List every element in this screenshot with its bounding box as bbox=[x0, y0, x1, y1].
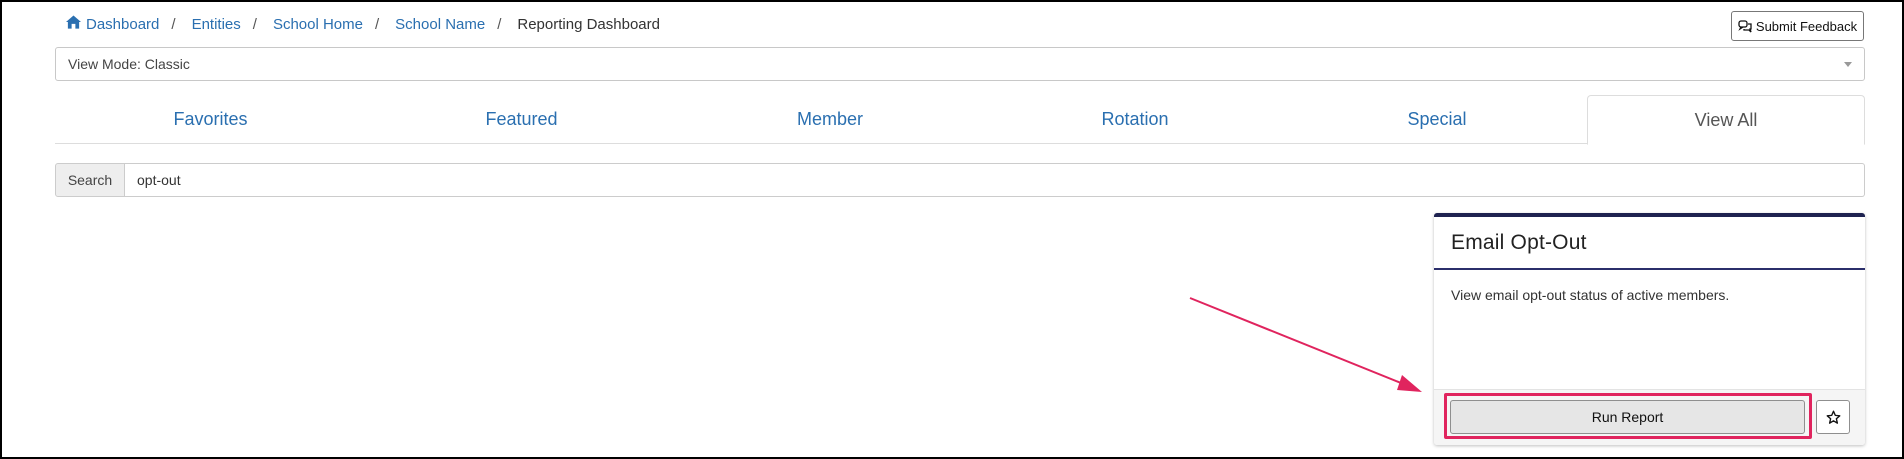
breadcrumb-entities[interactable]: Entities bbox=[192, 16, 241, 33]
breadcrumb-school-home[interactable]: School Home bbox=[273, 16, 363, 33]
tab-view-all[interactable]: View All bbox=[1587, 95, 1865, 145]
submit-feedback-button[interactable]: Submit Feedback bbox=[1731, 11, 1864, 41]
comments-icon bbox=[1738, 19, 1752, 32]
app-window: Dashboard / Entities / School Home / Sch… bbox=[0, 0, 1904, 459]
tab-featured[interactable]: Featured bbox=[366, 95, 677, 144]
breadcrumb-separator: / bbox=[374, 15, 380, 33]
breadcrumb-current: Reporting Dashboard bbox=[517, 15, 660, 33]
report-card-email-opt-out: Email Opt-Out View email opt-out status … bbox=[1434, 213, 1865, 445]
favorite-button[interactable] bbox=[1816, 400, 1850, 434]
view-mode-select[interactable]: View Mode: Classic bbox=[55, 47, 1865, 81]
breadcrumb: Dashboard / Entities / School Home / Sch… bbox=[66, 13, 660, 35]
star-outline-icon bbox=[1826, 410, 1840, 424]
search-input[interactable] bbox=[125, 163, 1865, 197]
breadcrumb-dashboard[interactable]: Dashboard bbox=[66, 15, 159, 33]
tab-rotation[interactable]: Rotation bbox=[983, 95, 1287, 144]
tab-member[interactable]: Member bbox=[677, 95, 983, 144]
caret-down-icon bbox=[1844, 62, 1852, 67]
breadcrumb-separator: / bbox=[252, 15, 257, 33]
report-card-description: View email opt-out status of active memb… bbox=[1451, 287, 1730, 303]
run-report-button[interactable]: Run Report bbox=[1450, 400, 1805, 434]
submit-feedback-label: Submit Feedback bbox=[1755, 18, 1858, 34]
card-divider bbox=[1434, 268, 1865, 270]
breadcrumb-school-name[interactable]: School Name bbox=[395, 16, 485, 33]
view-mode-value: View Mode: Classic bbox=[68, 56, 190, 72]
tab-special[interactable]: Special bbox=[1287, 95, 1587, 144]
home-icon bbox=[66, 15, 81, 29]
report-category-tabs: Favorites Featured Member Rotation Speci… bbox=[55, 95, 1865, 145]
search-label: Search bbox=[55, 163, 125, 197]
breadcrumb-separator: / bbox=[171, 15, 176, 33]
report-card-title: Email Opt-Out bbox=[1451, 231, 1587, 254]
search-bar: Search bbox=[55, 163, 1865, 197]
breadcrumb-label: Dashboard bbox=[86, 16, 160, 33]
breadcrumb-separator: / bbox=[497, 15, 502, 33]
tab-favorites[interactable]: Favorites bbox=[55, 95, 366, 144]
